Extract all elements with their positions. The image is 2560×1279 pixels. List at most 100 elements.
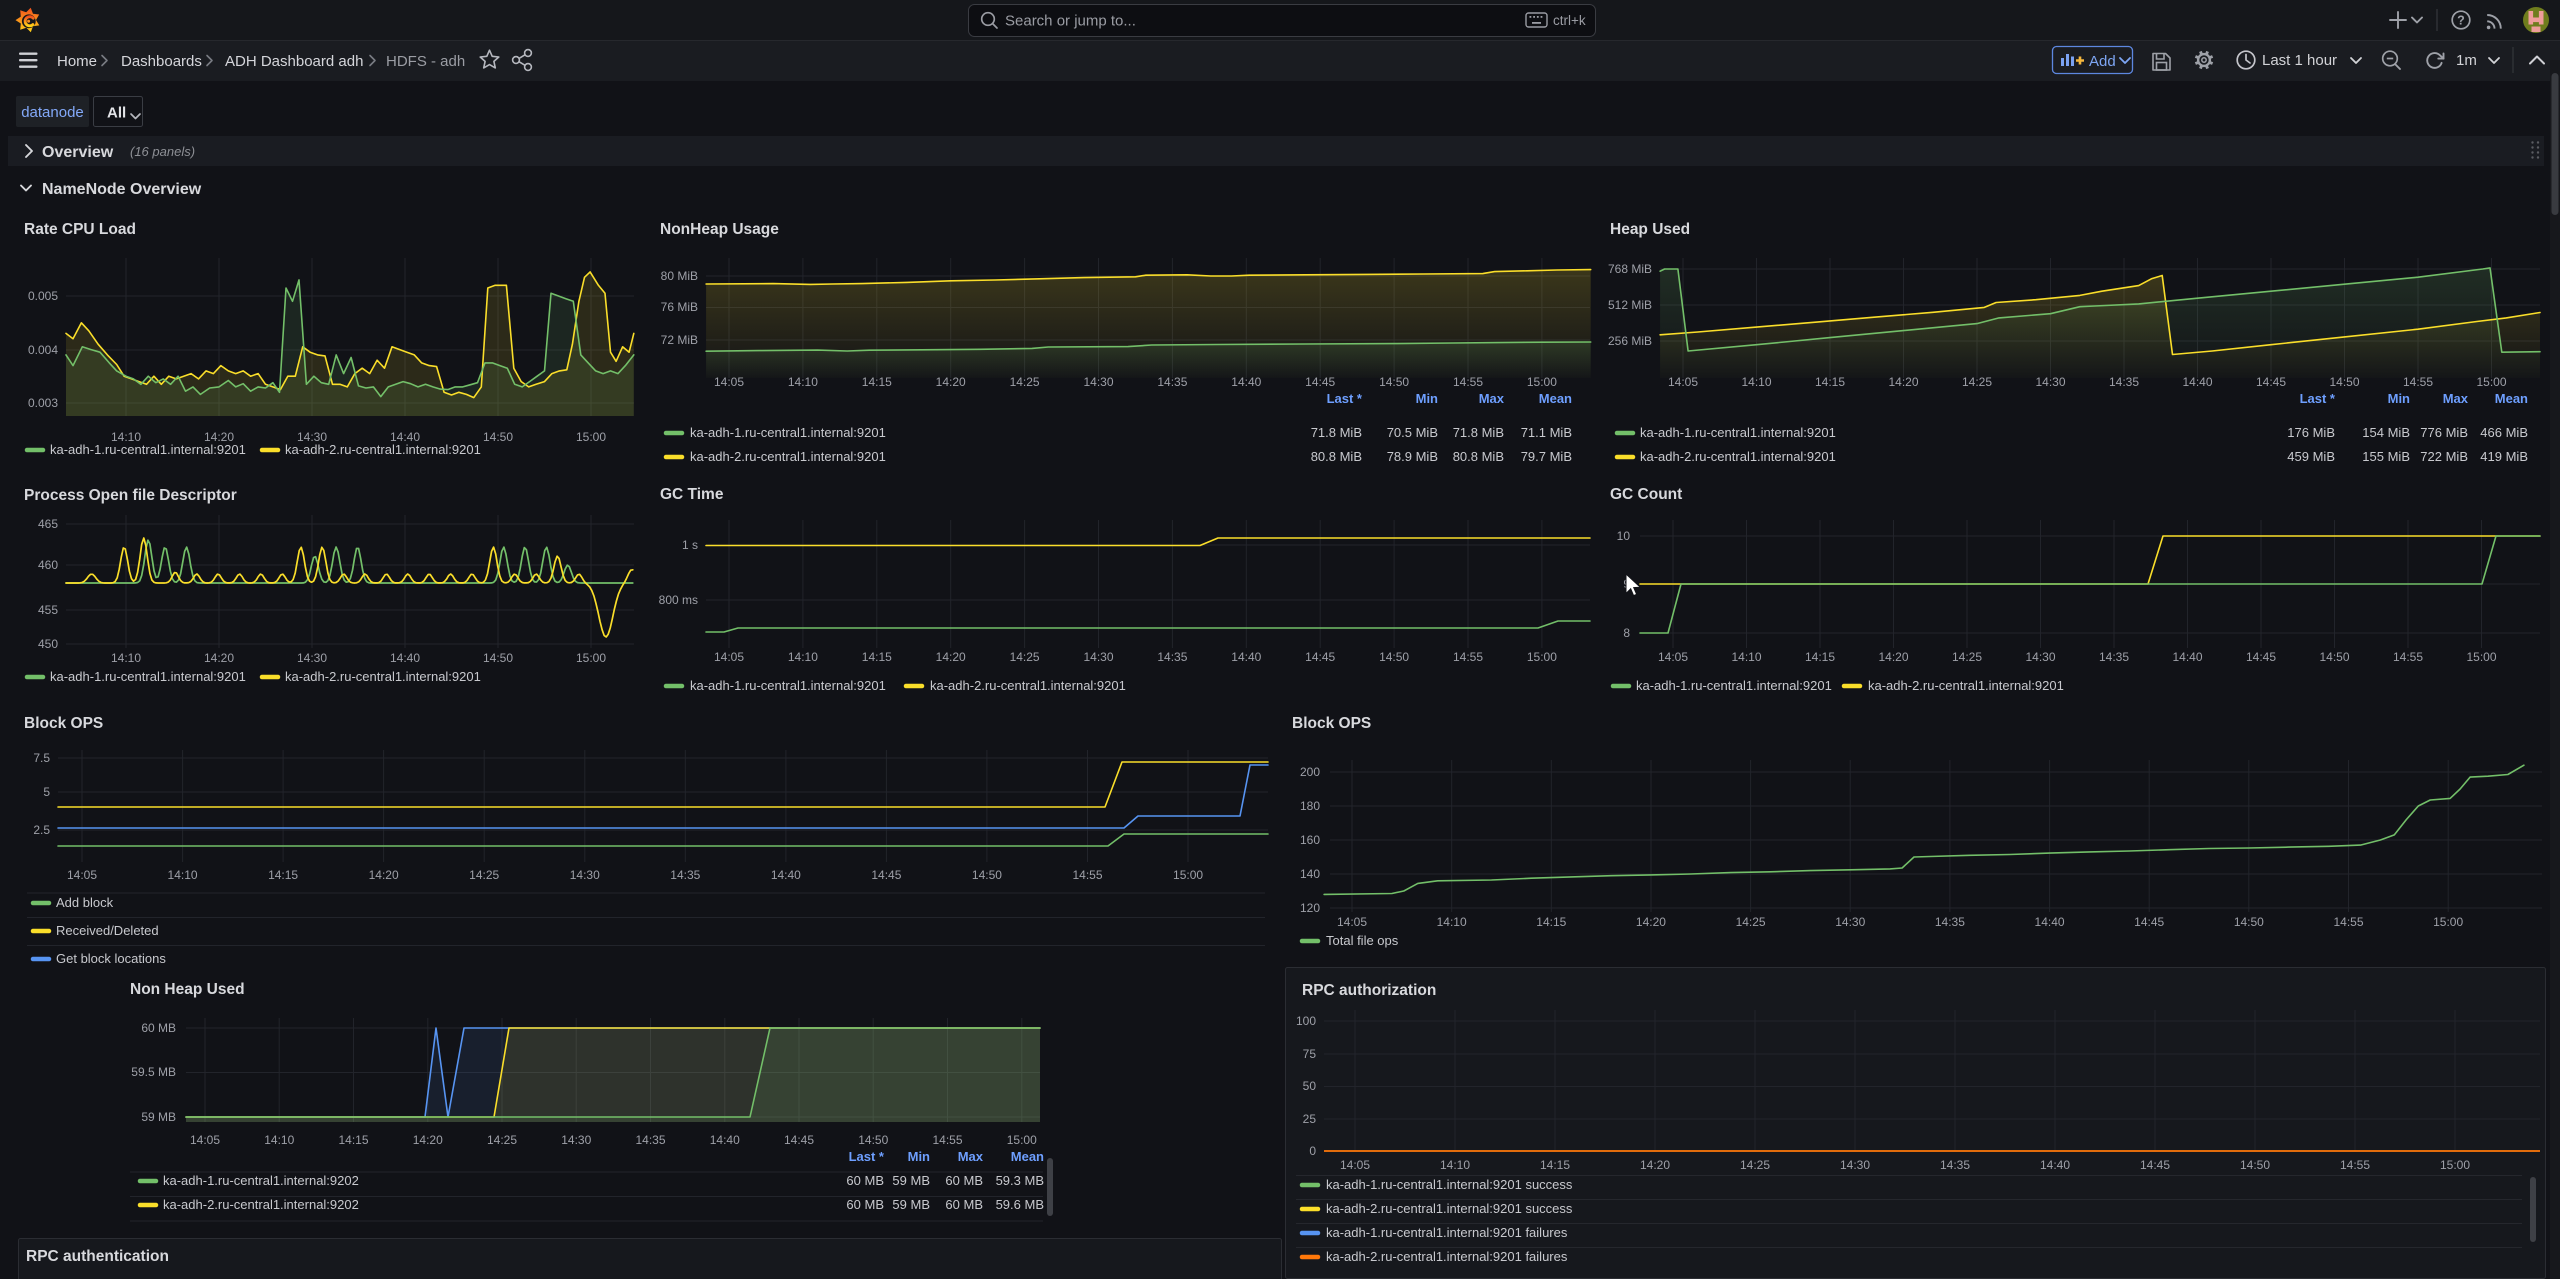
svg-text:59.5 MB: 59.5 MB	[131, 1065, 176, 1079]
svg-text:Home: Home	[57, 53, 97, 70]
svg-text:14:35: 14:35	[635, 1133, 665, 1147]
svg-text:15:00: 15:00	[2466, 650, 2496, 664]
svg-text:14:25: 14:25	[487, 1133, 517, 1147]
svg-text:14:05: 14:05	[1658, 650, 1688, 664]
svg-text:50: 50	[1303, 1079, 1317, 1093]
svg-text:59.6 MB: 59.6 MB	[996, 1197, 1044, 1212]
svg-text:ka-adh-2.ru-central1.internal:: ka-adh-2.ru-central1.internal:9201	[690, 449, 886, 464]
svg-text:HDFS - adh: HDFS - adh	[386, 53, 465, 70]
svg-text:Add block: Add block	[56, 895, 114, 910]
svg-text:14:05: 14:05	[1340, 1158, 1370, 1172]
svg-text:459 MiB: 459 MiB	[2287, 449, 2335, 464]
svg-text:14:45: 14:45	[871, 868, 901, 882]
svg-text:Last *: Last *	[2300, 391, 2336, 406]
svg-text:0.005: 0.005	[28, 289, 58, 303]
svg-text:14:10: 14:10	[1437, 915, 1467, 929]
svg-text:14:20: 14:20	[936, 650, 966, 664]
svg-text:455: 455	[38, 603, 58, 617]
svg-text:14:55: 14:55	[2340, 1158, 2370, 1172]
svg-text:155 MiB: 155 MiB	[2362, 449, 2410, 464]
svg-text:ka-adh-1.ru-central1.internal:: ka-adh-1.ru-central1.internal:9201 failu…	[1326, 1225, 1568, 1240]
svg-text:Mean: Mean	[1539, 391, 1572, 406]
svg-text:14:15: 14:15	[862, 650, 892, 664]
svg-text:14:40: 14:40	[2172, 650, 2202, 664]
svg-text:60 MB: 60 MB	[945, 1173, 983, 1188]
svg-text:256 MiB: 256 MiB	[1608, 334, 1652, 348]
svg-text:datanode: datanode	[21, 104, 84, 121]
svg-text:14:10: 14:10	[1731, 650, 1761, 664]
svg-text:59 MB: 59 MB	[141, 1110, 176, 1124]
svg-text:ctrl+k: ctrl+k	[1553, 13, 1586, 28]
svg-text:14:35: 14:35	[1935, 915, 1965, 929]
svg-text:14:15: 14:15	[338, 1133, 368, 1147]
svg-text:Total file ops: Total file ops	[1326, 933, 1399, 948]
svg-text:71.8 MiB: 71.8 MiB	[1311, 425, 1362, 440]
svg-text:Search or jump to...: Search or jump to...	[1005, 13, 1136, 30]
svg-text:RPC authorization: RPC authorization	[1302, 982, 1436, 999]
svg-text:776 MiB: 776 MiB	[2420, 425, 2468, 440]
svg-text:ka-adh-1.ru-central1.internal:: ka-adh-1.ru-central1.internal:9201 succe…	[1326, 1177, 1573, 1192]
svg-text:512 MiB: 512 MiB	[1608, 298, 1652, 312]
svg-text:7.5: 7.5	[33, 751, 50, 765]
svg-text:15:00: 15:00	[1527, 650, 1557, 664]
svg-text:14:45: 14:45	[1305, 650, 1335, 664]
svg-text:14:35: 14:35	[2099, 650, 2129, 664]
svg-text:80 MiB: 80 MiB	[661, 269, 698, 283]
svg-text:ka-adh-2.ru-central1.internal:: ka-adh-2.ru-central1.internal:9201	[930, 678, 1126, 693]
svg-text:14:30: 14:30	[1835, 915, 1865, 929]
svg-text:14:25: 14:25	[1736, 915, 1766, 929]
svg-text:14:45: 14:45	[2134, 915, 2164, 929]
svg-text:14:35: 14:35	[1157, 650, 1187, 664]
svg-text:60 MB: 60 MB	[846, 1197, 884, 1212]
svg-text:?: ?	[2457, 14, 2465, 28]
svg-text:14:10: 14:10	[788, 650, 818, 664]
svg-text:ka-adh-1.ru-central1.internal:: ka-adh-1.ru-central1.internal:9201	[1640, 425, 1836, 440]
svg-text:14:05: 14:05	[67, 868, 97, 882]
svg-text:176 MiB: 176 MiB	[2287, 425, 2335, 440]
svg-text:14:40: 14:40	[1231, 650, 1261, 664]
svg-text:NameNode Overview: NameNode Overview	[42, 181, 202, 198]
svg-text:14:40: 14:40	[2040, 1158, 2070, 1172]
svg-text:14:20: 14:20	[204, 651, 234, 665]
svg-text:14:05: 14:05	[1337, 915, 1367, 929]
svg-text:14:50: 14:50	[2240, 1158, 2270, 1172]
svg-text:800 ms: 800 ms	[659, 593, 698, 607]
svg-text:59 MB: 59 MB	[892, 1197, 930, 1212]
svg-text:14:10: 14:10	[1440, 1158, 1470, 1172]
svg-text:14:50: 14:50	[2234, 915, 2264, 929]
svg-text:14:55: 14:55	[932, 1133, 962, 1147]
svg-text:RPC authentication: RPC authentication	[26, 1248, 169, 1265]
svg-text:14:25: 14:25	[469, 868, 499, 882]
svg-text:14:15: 14:15	[1540, 1158, 1570, 1172]
svg-text:15:00: 15:00	[1007, 1133, 1037, 1147]
svg-text:71.8 MiB: 71.8 MiB	[1453, 425, 1504, 440]
svg-text:14:25: 14:25	[1010, 650, 1040, 664]
svg-text:14:30: 14:30	[570, 868, 600, 882]
svg-text:15:00: 15:00	[2433, 915, 2463, 929]
svg-text:ka-adh-1.ru-central1.internal:: ka-adh-1.ru-central1.internal:9201	[690, 678, 886, 693]
svg-text:All: All	[107, 105, 126, 122]
svg-text:154 MiB: 154 MiB	[2362, 425, 2410, 440]
svg-text:Max: Max	[958, 1149, 984, 1164]
svg-text:768 MiB: 768 MiB	[1608, 262, 1652, 276]
svg-text:1m: 1m	[2456, 52, 2477, 69]
svg-text:ka-adh-2.ru-central1.internal:: ka-adh-2.ru-central1.internal:9201	[1640, 449, 1836, 464]
svg-text:14:50: 14:50	[858, 1133, 888, 1147]
svg-text:0.003: 0.003	[28, 396, 58, 410]
svg-text:5: 5	[43, 785, 50, 799]
svg-text:0.004: 0.004	[28, 343, 58, 357]
svg-text:GC Time: GC Time	[660, 486, 724, 503]
svg-text:14:55: 14:55	[1072, 868, 1102, 882]
svg-text:ka-adh-1.ru-central1.internal:: ka-adh-1.ru-central1.internal:9201	[1636, 678, 1832, 693]
svg-text:1 s: 1 s	[682, 538, 698, 552]
svg-text:14:25: 14:25	[1952, 650, 1982, 664]
svg-text:14:50: 14:50	[2319, 650, 2349, 664]
svg-text:140: 140	[1300, 867, 1320, 881]
svg-text:2.5: 2.5	[33, 823, 50, 837]
svg-text:71.1 MiB: 71.1 MiB	[1521, 425, 1572, 440]
svg-text:14:30: 14:30	[1083, 650, 1113, 664]
svg-text:14:45: 14:45	[2246, 650, 2276, 664]
svg-text:ADH Dashboard adh: ADH Dashboard adh	[225, 53, 363, 70]
svg-text:14:50: 14:50	[483, 430, 513, 444]
svg-text:14:20: 14:20	[413, 1133, 443, 1147]
